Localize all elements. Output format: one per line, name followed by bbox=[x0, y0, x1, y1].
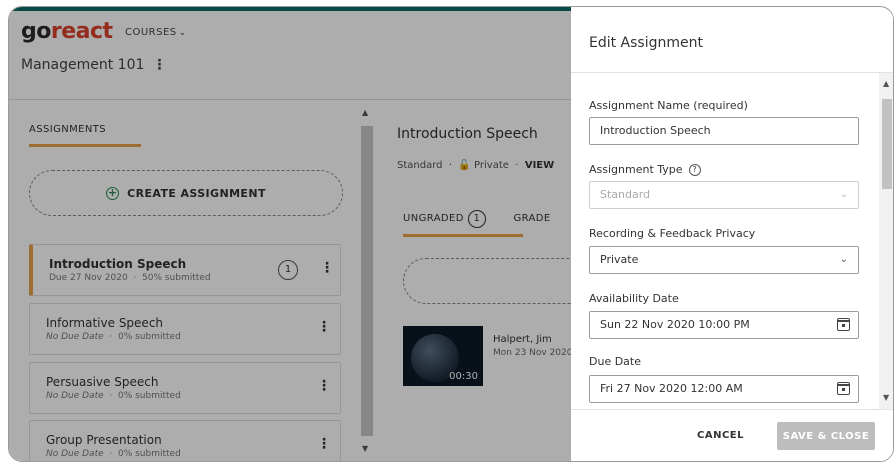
edit-assignment-form: Assignment Name (required) Introduction … bbox=[571, 73, 877, 409]
due-date-label: Due Date bbox=[589, 355, 641, 368]
chevron-down-icon: ⌄ bbox=[839, 254, 848, 265]
modal-backdrop[interactable] bbox=[9, 7, 571, 461]
save-and-close-button[interactable]: SAVE & CLOSE bbox=[777, 422, 875, 450]
due-date-input[interactable]: Fri 27 Nov 2020 12:00 AM bbox=[589, 375, 859, 403]
app-window: goreact COURSES ⌄ Management 101 ⋮ ASSIGNM… bbox=[8, 6, 894, 462]
availability-date-label: Availability Date bbox=[589, 292, 679, 305]
drawer-scrollbar[interactable]: ▲ ▼ bbox=[879, 73, 893, 409]
edit-assignment-drawer: Edit Assignment Assignment Name (require… bbox=[571, 7, 893, 461]
availability-date-input[interactable]: Sun 22 Nov 2020 10:00 PM bbox=[589, 311, 859, 339]
calendar-icon[interactable] bbox=[837, 318, 850, 331]
scrollbar-thumb[interactable] bbox=[882, 99, 892, 189]
scroll-down-icon[interactable]: ▼ bbox=[883, 393, 889, 402]
privacy-select[interactable]: Private ⌄ bbox=[589, 246, 859, 274]
calendar-icon[interactable] bbox=[837, 382, 850, 395]
privacy-label: Recording & Feedback Privacy bbox=[589, 227, 756, 240]
help-icon[interactable]: ? bbox=[688, 164, 701, 176]
assignment-name-label: Assignment Name (required) bbox=[589, 99, 748, 112]
assignment-type-label: Assignment Type? bbox=[589, 163, 701, 176]
scroll-up-icon[interactable]: ▲ bbox=[883, 79, 889, 88]
chevron-down-icon: ⌄ bbox=[839, 189, 848, 200]
cancel-button[interactable]: CANCEL bbox=[697, 430, 744, 441]
drawer-header: Edit Assignment bbox=[571, 7, 893, 73]
assignment-name-input[interactable]: Introduction Speech bbox=[589, 117, 859, 145]
assignment-type-select: Standard ⌄ bbox=[589, 181, 859, 209]
drawer-title: Edit Assignment bbox=[589, 35, 703, 51]
drawer-footer: CANCEL SAVE & CLOSE bbox=[571, 409, 893, 461]
